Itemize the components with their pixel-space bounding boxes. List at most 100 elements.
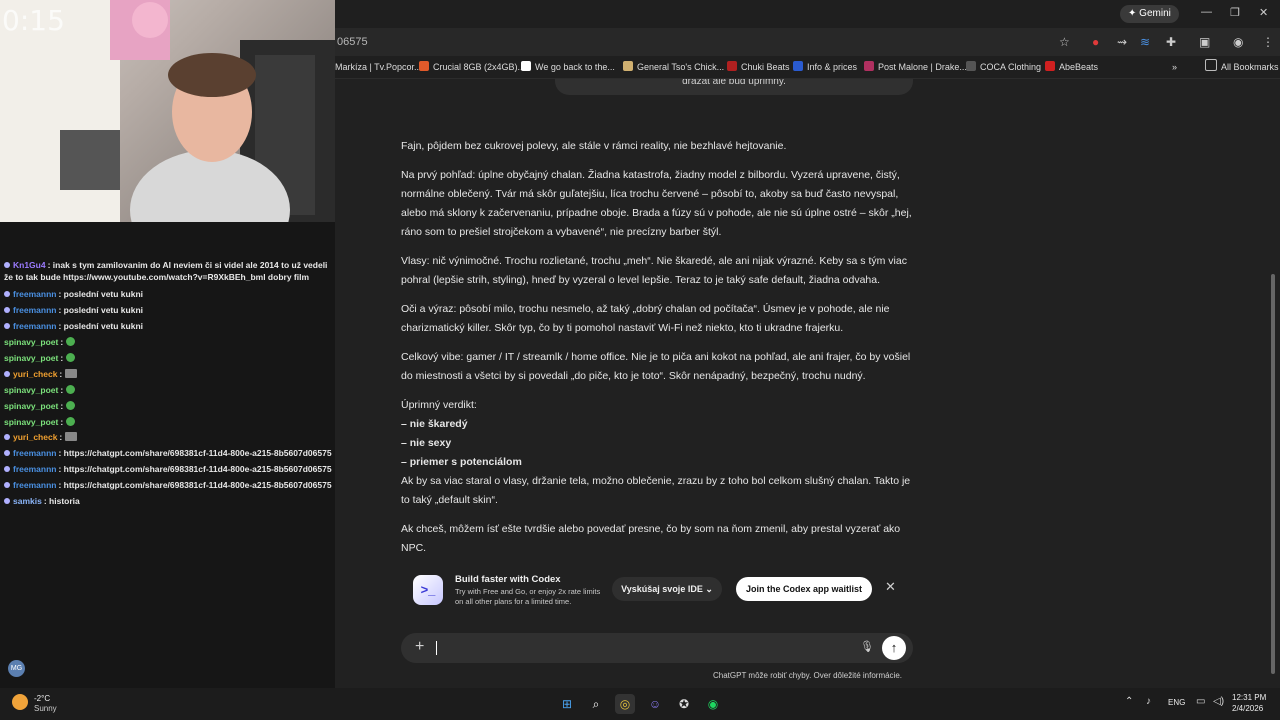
url-text[interactable]: 06575 bbox=[337, 28, 368, 56]
join-waitlist-button[interactable]: Join the Codex app waitlist bbox=[736, 577, 872, 601]
emote-icon bbox=[65, 401, 75, 410]
chat-username[interactable]: spinavy_poet bbox=[4, 353, 58, 363]
search-icon[interactable]: ⌕ bbox=[586, 694, 606, 714]
chat-message: spinavy_poet: bbox=[4, 400, 334, 412]
message-composer[interactable]: + 🎙 ↑ bbox=[401, 633, 913, 663]
chat-username[interactable]: samkis bbox=[13, 496, 42, 506]
microphone-icon[interactable]: ♪ bbox=[1146, 696, 1151, 707]
chat-text: : historia bbox=[43, 496, 80, 506]
discord-icon[interactable]: ☺ bbox=[645, 694, 665, 714]
bookmark-item[interactable]: Markíza | Tv.Popcor... bbox=[335, 56, 422, 78]
chat-username[interactable]: spinavy_poet bbox=[4, 417, 58, 427]
emote-icon bbox=[64, 369, 77, 378]
bookmark-item[interactable]: AbeBeats bbox=[1045, 56, 1098, 78]
folder-icon bbox=[1205, 59, 1217, 71]
bookmark-item[interactable]: COCA Clothing bbox=[966, 56, 1041, 78]
gemini-button[interactable]: ✦ Gemini bbox=[1120, 5, 1179, 23]
weather-sun-icon[interactable] bbox=[12, 694, 28, 710]
bookmark-item[interactable]: Info & prices bbox=[793, 56, 857, 78]
chevron-up-icon[interactable]: ⌃ bbox=[1125, 696, 1133, 707]
chat-username[interactable]: freemannn bbox=[13, 321, 56, 331]
user-badge-icon bbox=[4, 323, 10, 329]
scrollbar[interactable] bbox=[1271, 274, 1275, 674]
extension-icon-3[interactable]: ≋ bbox=[1140, 35, 1150, 49]
minimize-button[interactable]: — bbox=[1201, 6, 1212, 18]
start-icon[interactable]: ⊞ bbox=[557, 694, 577, 714]
chat-message: spinavy_poet: bbox=[4, 384, 334, 396]
chevron-down-icon: ⌄ bbox=[705, 584, 713, 594]
avatar[interactable]: MG bbox=[8, 660, 25, 677]
maximize-button[interactable]: ❐ bbox=[1230, 6, 1240, 19]
chat-text: : bbox=[59, 369, 63, 379]
bookmark-item[interactable]: Crucial 8GB (2x4GB)... bbox=[419, 56, 525, 78]
chat-text: : bbox=[60, 401, 64, 411]
windows-taskbar: -2°C Sunny ⊞ ⌕ ◎ ☺ ✪ ◉ ⌃ ♪ ENG ▭ ◁) 12:3… bbox=[0, 688, 1280, 720]
microphone-icon[interactable]: 🎙 bbox=[860, 640, 874, 653]
volume-icon[interactable]: ◁) bbox=[1213, 696, 1224, 707]
weather-condition[interactable]: Sunny bbox=[34, 704, 57, 713]
all-bookmarks-button[interactable]: All Bookmarks bbox=[1205, 56, 1279, 78]
address-bar[interactable]: 06575 ☆ ● ⇝ ≋ ✚ ▣ ◉ ⋮ bbox=[335, 28, 1280, 56]
chat-username[interactable]: freemannn bbox=[13, 464, 56, 474]
chat-username[interactable]: freemannn bbox=[13, 289, 56, 299]
bookmark-item[interactable]: General Tso's Chick... bbox=[623, 56, 724, 78]
menu-dots-icon[interactable]: ⋮ bbox=[1262, 35, 1274, 49]
verdict-item: – priemer s potenciálom bbox=[401, 456, 522, 468]
clock-time[interactable]: 12:31 PM bbox=[1232, 693, 1266, 702]
close-icon[interactable]: ✕ bbox=[885, 579, 896, 595]
chat-username[interactable]: yuri_check bbox=[13, 432, 57, 442]
extension-icon[interactable]: ● bbox=[1092, 35, 1099, 49]
chat-message: freemannn: poslední vetu kukni bbox=[4, 288, 334, 300]
user-badge-icon bbox=[4, 498, 10, 504]
verdict-item: – nie sexy bbox=[401, 437, 452, 449]
stream-timer: 0:15 bbox=[2, 4, 65, 37]
bookmark-favicon bbox=[1045, 61, 1055, 71]
app-icon[interactable]: ✪ bbox=[674, 694, 694, 714]
try-ide-button[interactable]: Vyskúšaj svoje IDE ⌄ bbox=[612, 577, 722, 601]
response-paragraph: Ak chceš, môžem ísť ešte tvrdšie alebo p… bbox=[401, 523, 901, 554]
assistant-response: Fajn, pôjdem bez cukrovej polevy, ale st… bbox=[401, 137, 913, 568]
chat-text: : poslední vetu kukni bbox=[58, 321, 144, 331]
bookmark-item[interactable]: We go back to the... bbox=[521, 56, 615, 78]
user-badge-icon bbox=[4, 291, 10, 297]
bookmark-item[interactable]: Post Malone | Drake... bbox=[864, 56, 967, 78]
plus-icon[interactable]: + bbox=[415, 638, 424, 656]
user-badge-icon bbox=[4, 466, 10, 472]
extension-icon-2[interactable]: ⇝ bbox=[1117, 35, 1127, 49]
bookmark-favicon bbox=[623, 61, 633, 71]
tab-search-icon[interactable]: ▣ bbox=[1199, 35, 1210, 49]
webcam-overlay: 0:15 bbox=[0, 0, 335, 222]
profile-avatar-icon[interactable]: ◉ bbox=[1233, 35, 1243, 49]
user-badge-icon bbox=[4, 262, 10, 268]
chat-text: : https://chatgpt.com/share/698381cf-11d… bbox=[58, 480, 332, 490]
chat-username[interactable]: spinavy_poet bbox=[4, 385, 58, 395]
chat-text: : https://chatgpt.com/share/698381cf-11d… bbox=[58, 464, 332, 474]
bookmark-item[interactable]: Chuki Beats bbox=[727, 56, 790, 78]
user-message-bubble: drazat ale bud uprimny. bbox=[555, 79, 913, 95]
response-paragraph: Ak by sa viac staral o vlasy, držanie te… bbox=[401, 475, 911, 506]
chat-message: freemannn: poslední vetu kukni bbox=[4, 320, 334, 332]
chrome-icon[interactable]: ◎ bbox=[615, 694, 635, 714]
chat-username[interactable]: spinavy_poet bbox=[4, 337, 58, 347]
chat-username[interactable]: yuri_check bbox=[13, 369, 57, 379]
weather-temp[interactable]: -2°C bbox=[34, 694, 50, 703]
chat-username[interactable]: freemannn bbox=[13, 448, 56, 458]
network-icon[interactable]: ▭ bbox=[1196, 696, 1205, 707]
chat-username[interactable]: spinavy_poet bbox=[4, 401, 58, 411]
close-window-button[interactable]: ✕ bbox=[1259, 6, 1268, 19]
bookmark-favicon bbox=[793, 61, 803, 71]
chat-text: : inak s tym zamilovanim do AI neviem či… bbox=[4, 260, 328, 282]
chat-username[interactable]: Kn1Gu4 bbox=[13, 260, 46, 270]
browser-titlebar: ✦ Gemini — ❐ ✕ bbox=[335, 0, 1280, 28]
spotify-icon[interactable]: ◉ bbox=[703, 694, 723, 714]
bookmark-star-icon[interactable]: ☆ bbox=[1059, 35, 1070, 49]
bookmark-favicon bbox=[727, 61, 737, 71]
extensions-puzzle-icon[interactable]: ✚ bbox=[1166, 35, 1176, 49]
send-button[interactable]: ↑ bbox=[882, 636, 906, 660]
chat-message: freemannn: poslední vetu kukni bbox=[4, 304, 334, 316]
chat-username[interactable]: freemannn bbox=[13, 480, 56, 490]
language-indicator[interactable]: ENG bbox=[1168, 698, 1185, 707]
chat-username[interactable]: freemannn bbox=[13, 305, 56, 315]
more-bookmarks-icon[interactable]: » bbox=[1172, 56, 1177, 78]
clock-date[interactable]: 2/4/2026 bbox=[1232, 704, 1263, 713]
